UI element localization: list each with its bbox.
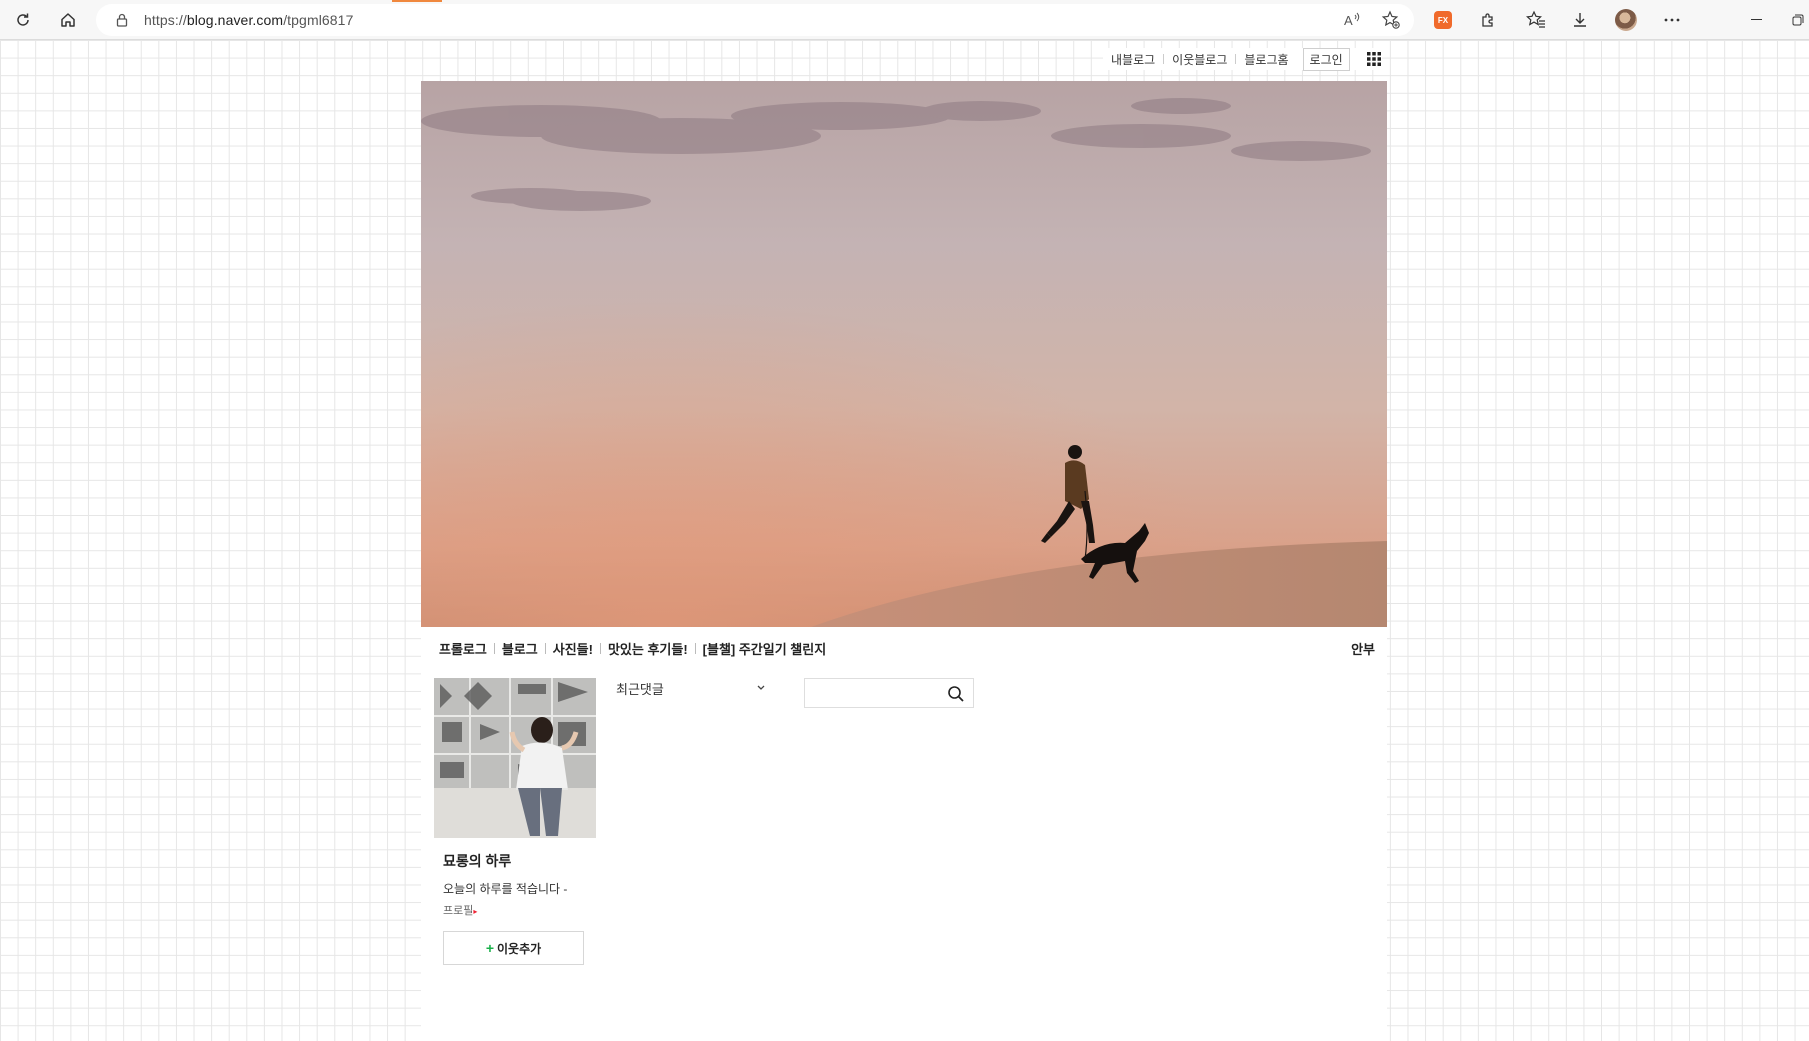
browser-toolbar: https://blog.naver.com/tpgml6817 A FX xyxy=(0,0,1809,40)
divider xyxy=(544,643,546,654)
more-icon[interactable] xyxy=(1660,8,1684,32)
menu-item-photos[interactable]: 사진들! xyxy=(553,639,593,658)
profile-image[interactable] xyxy=(434,678,596,838)
download-icon[interactable] xyxy=(1568,8,1592,32)
url-text: https://blog.naver.com/tpgml6817 xyxy=(144,12,353,28)
recent-comments-label: 최근댓글 xyxy=(616,681,664,697)
home-icon[interactable] xyxy=(56,8,80,32)
blog-search-input[interactable] xyxy=(809,679,943,707)
restore-icon[interactable] xyxy=(1786,8,1809,32)
add-neighbor-label: 이웃추가 xyxy=(497,941,542,956)
neighbor-blog-link[interactable]: 이웃블로그 xyxy=(1164,51,1235,68)
url-domain: blog.naver.com xyxy=(186,12,284,28)
profile-intro: 오늘의 하루를 적습니다 - xyxy=(443,882,568,896)
puzzle-icon[interactable] xyxy=(1476,8,1500,32)
plus-icon: + xyxy=(485,940,494,956)
blog-title-image xyxy=(421,81,1387,627)
menu-item-weekly-diary[interactable]: [블챌] 주간일기 챌린지 xyxy=(703,639,827,658)
my-blog-link[interactable]: 내블로그 xyxy=(1103,51,1163,68)
svg-text:A: A xyxy=(1344,13,1353,28)
arrow-right-icon: ▸ xyxy=(473,907,478,916)
search-icon[interactable] xyxy=(947,685,965,703)
minimize-icon[interactable] xyxy=(1745,8,1769,32)
tab-loading-indicator xyxy=(392,0,442,2)
profile-nickname: 묘롱의 하루 xyxy=(443,853,512,869)
profile-avatar[interactable] xyxy=(1614,8,1638,32)
divider xyxy=(493,643,495,654)
menu-item-prologue[interactable]: 프롤로그 xyxy=(439,639,487,658)
divider xyxy=(694,643,696,654)
profile-link[interactable]: 프로필▸ xyxy=(443,902,477,918)
recent-comments-dropdown[interactable]: 최근댓글 xyxy=(616,677,766,699)
top-utility-bar: 내블로그 이웃블로그 블로그홈 로그인 xyxy=(1103,47,1382,71)
blog-page: 내블로그 이웃블로그 블로그홈 로그인 프롤로그 블로그 사진들! 맛있는 후기… xyxy=(0,40,1809,1041)
url-prefix: https:// xyxy=(144,12,187,28)
read-aloud-icon[interactable]: A xyxy=(1340,8,1364,32)
apps-grid-icon[interactable] xyxy=(1366,51,1382,67)
blog-home-link[interactable]: 블로그홈 xyxy=(1236,51,1296,68)
menu-item-blog[interactable]: 블로그 xyxy=(502,639,538,658)
chevron-down-icon xyxy=(756,680,766,695)
extension-icon[interactable]: FX xyxy=(1431,8,1455,32)
divider xyxy=(599,643,601,654)
refresh-icon[interactable] xyxy=(11,8,35,32)
blog-content-area: 묘롱의 하루 오늘의 하루를 적습니다 - 프로필▸ + 이웃추가 최근댓글 xyxy=(421,667,1387,1041)
favorites-icon[interactable] xyxy=(1524,8,1548,32)
blog-category-menu: 프롤로그 블로그 사진들! 맛있는 후기들! [블챌] 주간일기 챌린지 안부 xyxy=(421,627,1387,667)
profile-link-label: 프로필 xyxy=(443,905,474,917)
lock-icon[interactable] xyxy=(114,12,130,28)
menu-item-reviews[interactable]: 맛있는 후기들! xyxy=(608,639,688,658)
address-bar[interactable]: https://blog.naver.com/tpgml6817 A xyxy=(96,4,1414,36)
blog-search-box xyxy=(804,678,974,708)
login-button[interactable]: 로그인 xyxy=(1302,47,1350,71)
menu-list: 프롤로그 블로그 사진들! 맛있는 후기들! [블챌] 주간일기 챌린지 xyxy=(439,639,826,658)
url-path: /tpgml6817 xyxy=(283,12,354,28)
add-neighbor-button[interactable]: + 이웃추가 xyxy=(443,931,584,965)
favorite-add-icon[interactable] xyxy=(1379,8,1403,32)
menu-item-guestbook[interactable]: 안부 xyxy=(1351,639,1375,658)
